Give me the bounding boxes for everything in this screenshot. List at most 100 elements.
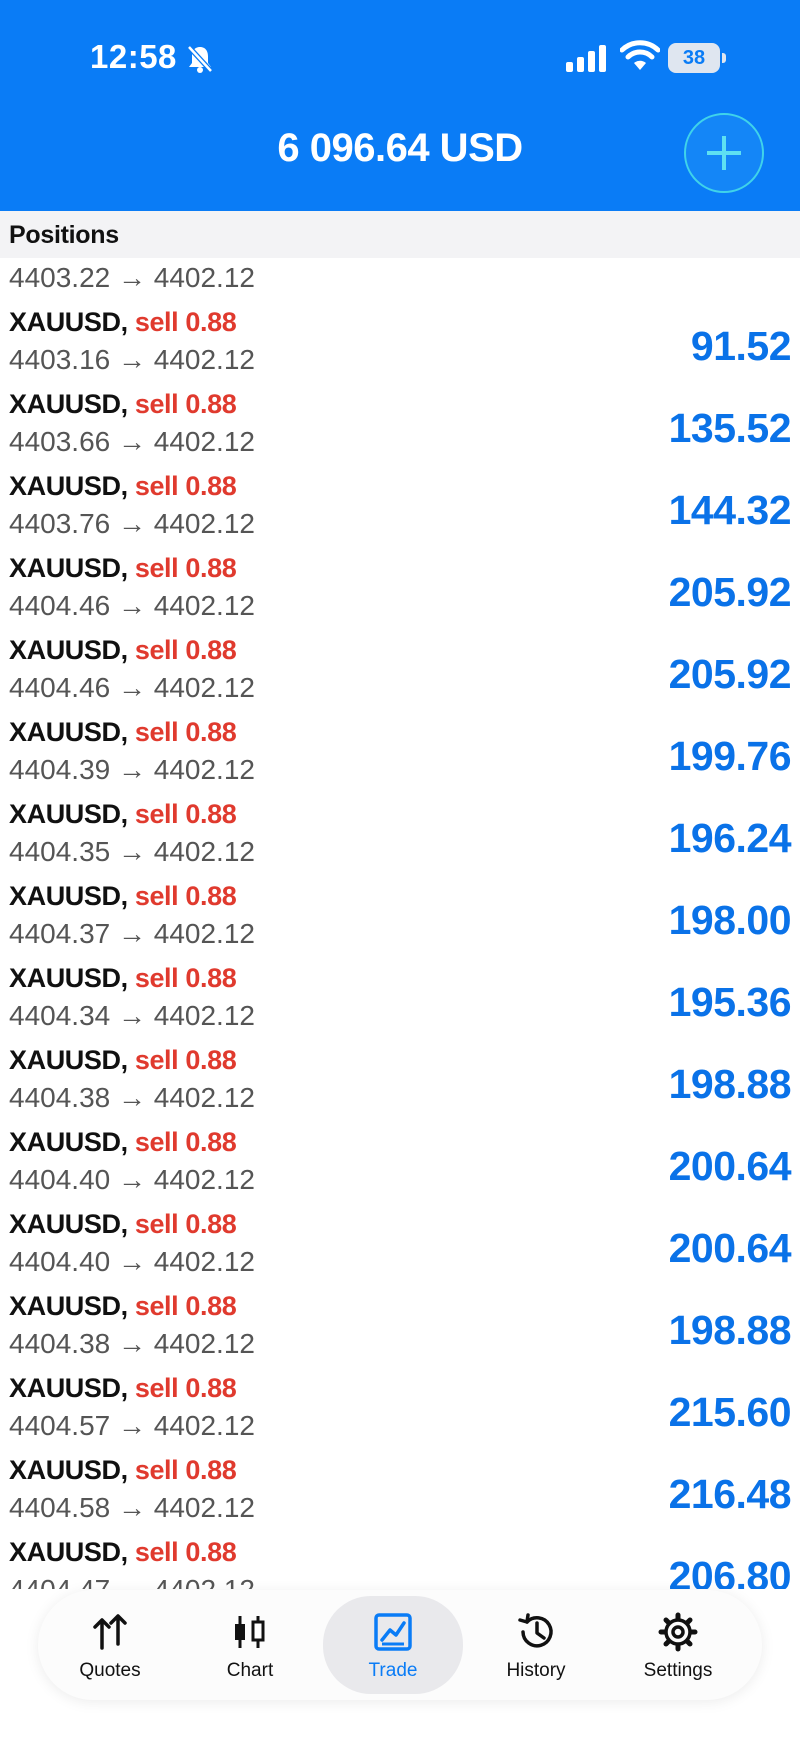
position-symbol: XAUUSD, (9, 471, 128, 501)
position-prices: 4404.40 → 4402.12 (9, 1246, 255, 1277)
position-row[interactable]: XAUUSD, sell 0.88 4404.38 → 4402.12 198.88 (0, 1041, 800, 1123)
position-symbol: XAUUSD, (9, 717, 128, 747)
position-symbol: XAUUSD, (9, 1291, 128, 1321)
position-symbol: XAUUSD, (9, 635, 128, 665)
position-profit: 198.88 (668, 1061, 792, 1107)
position-title: XAUUSD, sell 0.88 (9, 963, 237, 994)
position-side-volume: sell 0.88 (134, 1291, 237, 1321)
positions-list[interactable]: XAUUSD, sell 0.884403.22 → 4402.12XAUUSD… (0, 258, 800, 1589)
position-prices: 4403.66 → 4402.12 (9, 426, 255, 457)
position-prices: 4404.57 → 4402.12 (9, 1410, 255, 1441)
position-title: XAUUSD, sell 0.88 (9, 1537, 237, 1568)
position-side-volume: sell 0.88 (134, 1537, 237, 1567)
position-row[interactable]: XAUUSD, sell 0.88 4404.57 → 4402.12 215.60 (0, 1369, 800, 1451)
position-side-volume: sell 0.88 (134, 307, 237, 337)
wifi-icon (620, 40, 660, 70)
new-order-button[interactable] (684, 113, 764, 193)
position-row[interactable]: XAUUSD, sell 0.88 4404.35 → 4402.12 196.24 (0, 795, 800, 877)
position-side-volume: sell 0.88 (134, 553, 237, 583)
position-profit: 195.36 (668, 979, 792, 1025)
history-clock-icon (518, 1613, 553, 1648)
position-symbol: XAUUSD, (9, 1537, 128, 1567)
position-profit: 205.92 (668, 569, 792, 615)
position-title: XAUUSD, sell 0.88 (9, 1127, 237, 1158)
app-header: 12:58 38 6 096.64 USD (0, 0, 800, 211)
position-title: XAUUSD, sell 0.88 (9, 553, 237, 584)
battery-indicator: 38 (668, 43, 726, 73)
status-time: 12:58 (90, 38, 177, 75)
bottom-tab-bar: Quotes Chart Trade History Settings (38, 1590, 762, 1700)
position-symbol: XAUUSD, (9, 799, 128, 829)
position-profit: 200.64 (668, 1225, 792, 1271)
position-row[interactable]: XAUUSD, sell 0.88 4404.39 → 4402.12 199.76 (0, 713, 800, 795)
tab-settings[interactable]: Settings (608, 1590, 748, 1700)
trade-chart-icon (374, 1613, 412, 1651)
status-bar: 12:58 38 (0, 0, 800, 110)
position-profit: 198.88 (668, 1307, 792, 1353)
position-title: XAUUSD, sell 0.88 (9, 717, 237, 748)
position-title: XAUUSD, sell 0.88 (9, 307, 237, 338)
position-row[interactable]: XAUUSD, sell 0.88 4404.37 → 4402.12 198.00 (0, 877, 800, 959)
position-row[interactable]: XAUUSD, sell 0.88 4403.76 → 4402.12 144.32 (0, 467, 800, 549)
tab-history[interactable]: History (466, 1590, 606, 1700)
tab-chart[interactable]: Chart (180, 1590, 320, 1700)
position-side-volume: sell 0.88 (134, 635, 237, 665)
position-row[interactable]: XAUUSD, sell 0.88 4404.46 → 4402.12 205.92 (0, 631, 800, 713)
position-symbol: XAUUSD, (9, 963, 128, 993)
position-row[interactable]: XAUUSD, sell 0.88 4403.66 → 4402.12 135.52 (0, 385, 800, 467)
position-profit: 198.00 (668, 897, 792, 943)
position-profit: 91.52 (690, 323, 792, 369)
position-prices: 4403.22 → 4402.12 (9, 262, 255, 293)
gear-icon (658, 1612, 698, 1652)
position-title: XAUUSD, sell 0.88 (9, 635, 237, 666)
position-prices: 4404.46 → 4402.12 (9, 672, 255, 703)
position-title: XAUUSD, sell 0.88 (9, 389, 237, 420)
position-row[interactable]: XAUUSD, sell 0.88 4404.47 → 4402.12 206.80 (0, 1533, 800, 1589)
position-prices: 4404.35 → 4402.12 (9, 836, 255, 867)
position-title: XAUUSD, sell 0.88 (9, 881, 237, 912)
position-row[interactable]: XAUUSD, sell 0.88 4404.58 → 4402.12 216.48 (0, 1451, 800, 1533)
position-prices: 4403.16 → 4402.12 (9, 344, 255, 375)
position-symbol: XAUUSD, (9, 1373, 128, 1403)
position-prices: 4404.39 → 4402.12 (9, 754, 255, 785)
position-profit: 144.32 (668, 487, 792, 533)
position-profit: 196.24 (668, 815, 792, 861)
position-title: XAUUSD, sell 0.88 (9, 799, 237, 830)
position-row[interactable]: XAUUSD, sell 0.88 4404.40 → 4402.12 200.64 (0, 1123, 800, 1205)
position-title: XAUUSD, sell 0.88 (9, 1455, 237, 1486)
position-title: XAUUSD, sell 0.88 (9, 1045, 237, 1076)
position-side-volume: sell 0.88 (134, 717, 237, 747)
tab-quotes[interactable]: Quotes (40, 1590, 180, 1700)
bell-muted-icon (187, 45, 213, 73)
position-row[interactable]: XAUUSD, sell 0.88 4404.46 → 4402.12 205.92 (0, 549, 800, 631)
position-row[interactable]: XAUUSD, sell 0.88 4403.16 → 4402.12 91.52 (0, 303, 800, 385)
position-row[interactable]: XAUUSD, sell 0.884403.22 → 4402.12 (0, 258, 800, 303)
position-profit: 135.52 (668, 405, 792, 451)
position-side-volume: sell 0.88 (134, 1373, 237, 1403)
tab-label: Trade (368, 1660, 418, 1681)
position-symbol: XAUUSD, (9, 1045, 128, 1075)
position-side-volume: sell 0.88 (134, 471, 237, 501)
position-profit: 215.60 (668, 1389, 792, 1435)
tab-label: Chart (226, 1660, 274, 1681)
position-side-volume: sell 0.88 (134, 389, 237, 419)
position-symbol: XAUUSD, (9, 1455, 128, 1485)
position-prices: 4404.46 → 4402.12 (9, 590, 255, 621)
position-side-volume: sell 0.88 (134, 963, 237, 993)
position-title: XAUUSD, sell 0.88 (9, 1291, 237, 1322)
tab-trade[interactable]: Trade (323, 1596, 463, 1694)
position-row[interactable]: XAUUSD, sell 0.88 4404.38 → 4402.12 198.88 (0, 1287, 800, 1369)
position-prices: 4404.38 → 4402.12 (9, 1082, 255, 1113)
tab-label: Quotes (79, 1660, 141, 1681)
position-row[interactable]: XAUUSD, sell 0.88 4404.40 → 4402.12 200.64 (0, 1205, 800, 1287)
position-symbol: XAUUSD, (9, 307, 128, 337)
position-profit: 200.64 (668, 1143, 792, 1189)
position-symbol: XAUUSD, (9, 389, 128, 419)
account-balance: 6 096.64 USD (277, 126, 523, 170)
position-prices: 4404.38 → 4402.12 (9, 1328, 255, 1359)
position-row[interactable]: XAUUSD, sell 0.88 4404.34 → 4402.12 195.36 (0, 959, 800, 1041)
position-title: XAUUSD, sell 0.88 (9, 1209, 237, 1240)
position-prices: 4404.34 → 4402.12 (9, 1000, 255, 1031)
candlestick-icon (235, 1616, 265, 1648)
position-prices: 4404.37 → 4402.12 (9, 918, 255, 949)
